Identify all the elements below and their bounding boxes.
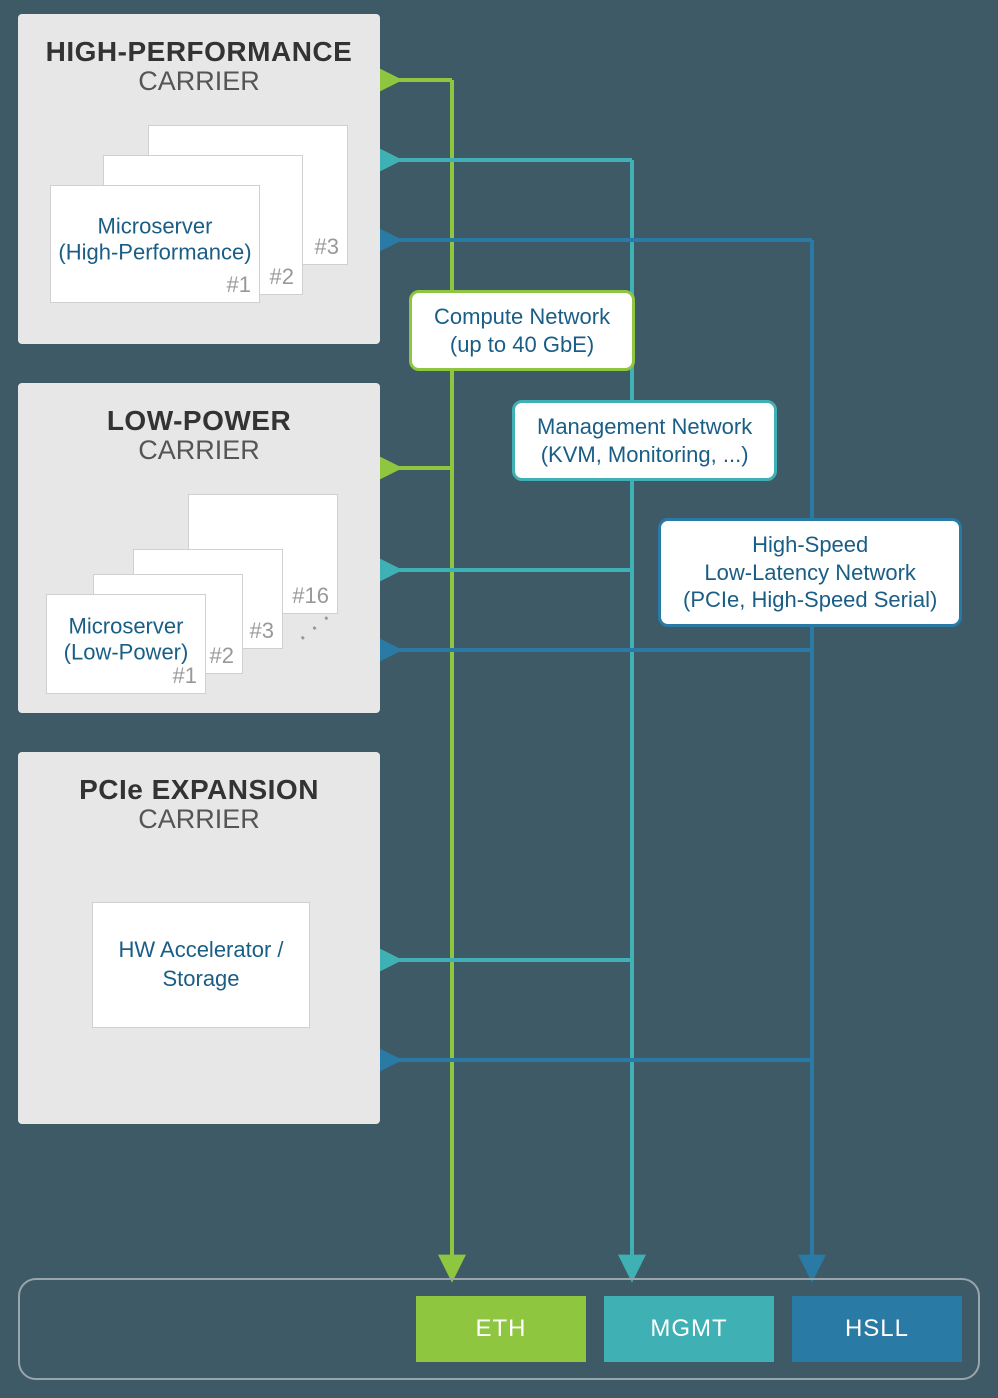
card-number: #3 [315,234,339,260]
external-interface-eth: ETH [416,1296,586,1362]
card-number: #1 [173,663,197,689]
microserver-card-1: Microserver (High-Performance) #1 [50,185,260,303]
carrier-cards: #16 ··· #3 #2 Microserver (Low-Power) #1 [18,494,380,674]
hw-accelerator-card: HW Accelerator / Storage [92,902,310,1028]
card-number: #2 [210,643,234,669]
external-interface-mgmt: MGMT [604,1296,774,1362]
network-label-compute: Compute Network (up to 40 GbE) [409,290,635,371]
card-number: #3 [250,618,274,644]
carrier-title-light: CARRIER [18,66,380,97]
external-interface-hsll: HSLL [792,1296,962,1362]
carrier-title-bold: PCIe EXPANSION [18,774,380,806]
footer-title: External Interfaces [36,1315,356,1343]
carrier-cards: #3 #2 Microserver (High-Performance) #1 [18,125,380,305]
carrier-title-bold: LOW-POWER [18,405,380,437]
carrier-title-light: CARRIER [18,435,380,466]
card-label: Microserver (Low-Power) [47,613,205,666]
external-interfaces-row: External Interfaces ETH MGMT HSLL [18,1278,980,1380]
network-label-hsll: High-Speed Low-Latency Network (PCIe, Hi… [658,518,962,627]
card-number: #1 [227,272,251,298]
hw-card-label: HW Accelerator / [118,936,283,965]
carrier-title-bold: HIGH-PERFORMANCE [18,36,380,68]
carrier-low-power: LOW-POWER CARRIER #16 ··· #3 #2 Microser… [18,383,380,713]
carrier-title-light: CARRIER [18,804,380,835]
microserver-card-1: Microserver (Low-Power) #1 [46,594,206,694]
hw-card-label: Storage [162,965,239,994]
carrier-high-performance: HIGH-PERFORMANCE CARRIER #3 #2 Microserv… [18,14,380,344]
card-number: #2 [270,264,294,290]
carrier-pcie-expansion: PCIe EXPANSION CARRIER HW Accelerator / … [18,752,380,1124]
card-label: Microserver (High-Performance) [51,213,259,266]
network-label-management: Management Network (KVM, Monitoring, ...… [512,400,777,481]
